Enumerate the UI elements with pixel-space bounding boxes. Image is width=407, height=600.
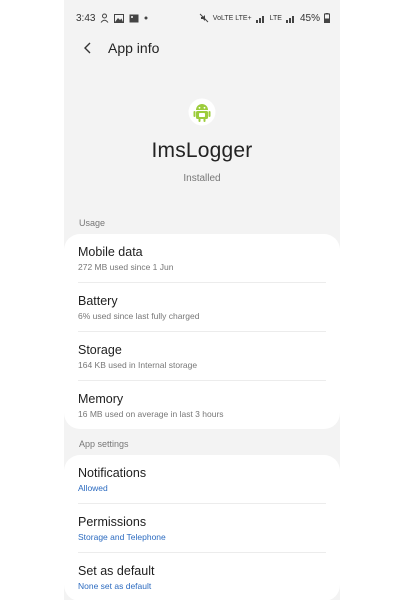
row-subtitle: 164 KB used in Internal storage [78, 360, 198, 370]
row-title: Permissions [78, 515, 147, 529]
row-title: Battery [78, 294, 118, 308]
battery-percent: 45% [299, 12, 320, 24]
page-title: App info [108, 40, 160, 56]
image-icon [114, 13, 125, 23]
row-permissions[interactable]: Permissions Storage and Telephone [78, 504, 326, 553]
status-time: 3:43 [76, 12, 96, 24]
row-storage[interactable]: Storage 164 KB used in Internal storage [78, 332, 326, 381]
row-subtitle: Storage and Telephone [78, 532, 166, 542]
back-button[interactable] [78, 38, 98, 58]
usage-card: Mobile data 272 MB used since 1 Jun Batt… [64, 234, 340, 429]
row-title: Storage [78, 343, 122, 357]
person-icon [100, 13, 109, 23]
settings-card: Notifications Allowed Permissions Storag… [64, 455, 340, 600]
status-bar: 3:43 VoLTE LTE+ LTE 45% [64, 0, 340, 36]
network-label-1: VoLTE LTE+ [212, 14, 252, 22]
row-title: Mobile data [78, 245, 143, 259]
network-label-2: LTE [269, 14, 282, 22]
mute-icon [199, 13, 209, 23]
gallery-icon [129, 14, 139, 23]
app-header: ImsLogger Installed [64, 98, 340, 184]
section-label-app-settings: App settings [79, 439, 129, 449]
row-battery[interactable]: Battery 6% used since last fully charged [78, 283, 326, 332]
row-subtitle: 272 MB used since 1 Jun [78, 262, 174, 272]
row-mobile-data[interactable]: Mobile data 272 MB used since 1 Jun [78, 234, 326, 283]
row-title: Notifications [78, 466, 147, 480]
row-set-as-default[interactable]: Set as default None set as default [78, 553, 326, 600]
row-title: Memory [78, 392, 124, 406]
section-label-usage: Usage [79, 218, 106, 228]
row-subtitle: 6% used since last fully charged [78, 311, 200, 321]
row-subtitle: None set as default [78, 581, 152, 591]
row-subtitle: 16 MB used on average in last 3 hours [78, 409, 224, 419]
battery-icon [324, 13, 330, 23]
row-subtitle: Allowed [78, 483, 108, 493]
android-app-icon [188, 98, 216, 126]
app-install-status: Installed [183, 173, 221, 184]
signal-icon [255, 14, 266, 23]
back-arrow-icon [84, 42, 91, 54]
app-bar: App info [64, 36, 340, 60]
phone-screen: 3:43 VoLTE LTE+ LTE 45% App info ImsLogg… [64, 0, 340, 600]
app-name: ImsLogger [151, 139, 253, 162]
row-memory[interactable]: Memory 16 MB used on average in last 3 h… [78, 381, 326, 429]
row-notifications[interactable]: Notifications Allowed [78, 455, 326, 504]
row-title: Set as default [78, 564, 155, 578]
dot-icon [144, 16, 148, 20]
signal-icon-2 [285, 14, 296, 23]
